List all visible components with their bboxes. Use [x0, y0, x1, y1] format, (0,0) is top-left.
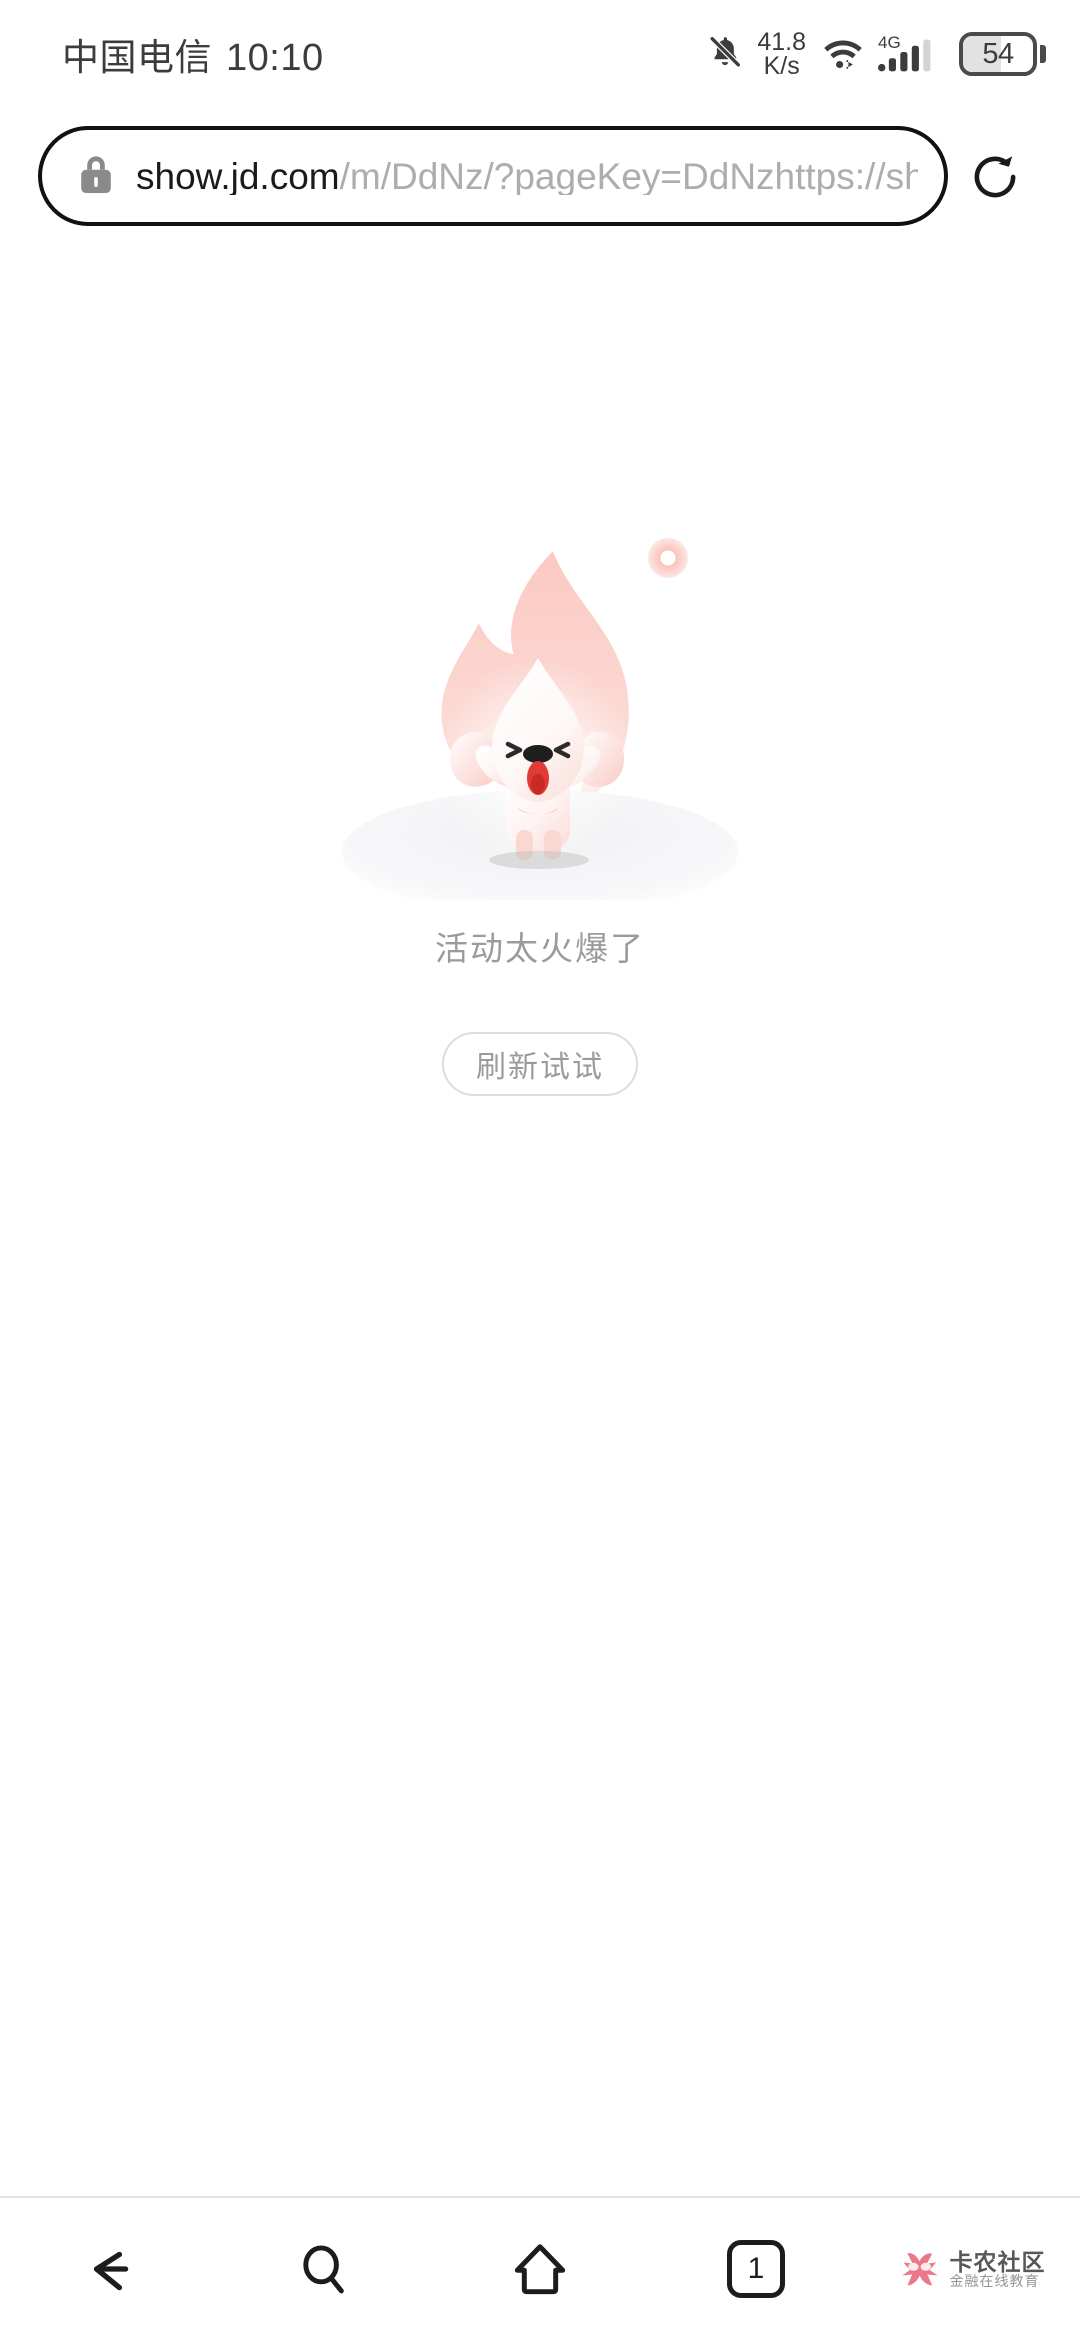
error-message: 活动太火爆了: [435, 930, 645, 967]
home-button[interactable]: [432, 2197, 648, 2341]
battery-shell: 54: [959, 32, 1037, 76]
browser-bottom-nav: 1 卡农社区 金融在线教育: [0, 2196, 1080, 2340]
reload-icon: [974, 156, 1016, 198]
lock-icon: [78, 153, 114, 200]
watermark: 卡农社区 金融在线教育: [899, 2246, 1046, 2292]
url-path: /m/DdNz/?pageKey=DdNzhttps://show: [339, 157, 918, 195]
url-host: show.jd.com: [136, 157, 340, 195]
network-speed-unit: K/s: [763, 52, 800, 80]
url-bar[interactable]: show.jd.com/m/DdNz/?pageKey=DdNzhttps://…: [38, 126, 948, 226]
network-speed-indicator: 41.8 K/s: [757, 28, 806, 80]
tab-count-icon: 1: [727, 2240, 785, 2298]
refresh-button[interactable]: 刷新试试: [442, 1032, 638, 1096]
search-button[interactable]: [216, 2197, 432, 2341]
reload-button[interactable]: [968, 150, 1022, 204]
battery-icon: 54: [959, 32, 1046, 76]
svg-text:4G: 4G: [878, 33, 901, 52]
status-bar: 中国电信 10:10 41.8 K/s 4G 54: [0, 0, 1080, 108]
url-text: show.jd.com/m/DdNz/?pageKey=DdNzhttps://…: [136, 158, 918, 195]
browser-toolbar: show.jd.com/m/DdNz/?pageKey=DdNzhttps://…: [0, 126, 1080, 230]
bell-muted-icon: [706, 33, 744, 76]
error-state-block: 活动太火爆了 刷新试试: [0, 500, 1080, 1096]
carrier-label: 中国电信: [62, 37, 212, 78]
battery-level-label: 54: [982, 37, 1014, 70]
battery-cap: [1040, 45, 1046, 63]
signal-bars-icon: 4G: [878, 31, 940, 78]
arrow-left-icon: [93, 2251, 129, 2291]
status-bar-clock: 10:10: [226, 37, 324, 79]
search-icon: [303, 2245, 344, 2294]
wifi-icon: [821, 33, 865, 76]
status-bar-right: 41.8 K/s 4G 54: [706, 28, 1046, 80]
tab-switcher-button[interactable]: 1: [648, 2197, 864, 2341]
jd-joy-dog-flame-icon: [330, 500, 750, 914]
watermark-text: 卡农社区 金融在线教育: [949, 2248, 1046, 2289]
watermark-subtitle: 金融在线教育: [949, 2272, 1040, 2289]
kanong-logo-icon: [901, 2253, 938, 2286]
back-button[interactable]: [0, 2197, 216, 2341]
webpage-viewport: 活动太火爆了 刷新试试: [0, 230, 1080, 2196]
watermark-title: 卡农社区: [949, 2248, 1046, 2275]
status-bar-left: 中国电信 10:10: [62, 27, 324, 81]
tab-count-label: 1: [747, 2252, 765, 2285]
watermark-slot: 卡农社区 金融在线教育: [864, 2197, 1080, 2341]
network-speed-value: 41.8: [757, 28, 806, 56]
home-icon: [514, 2244, 566, 2295]
